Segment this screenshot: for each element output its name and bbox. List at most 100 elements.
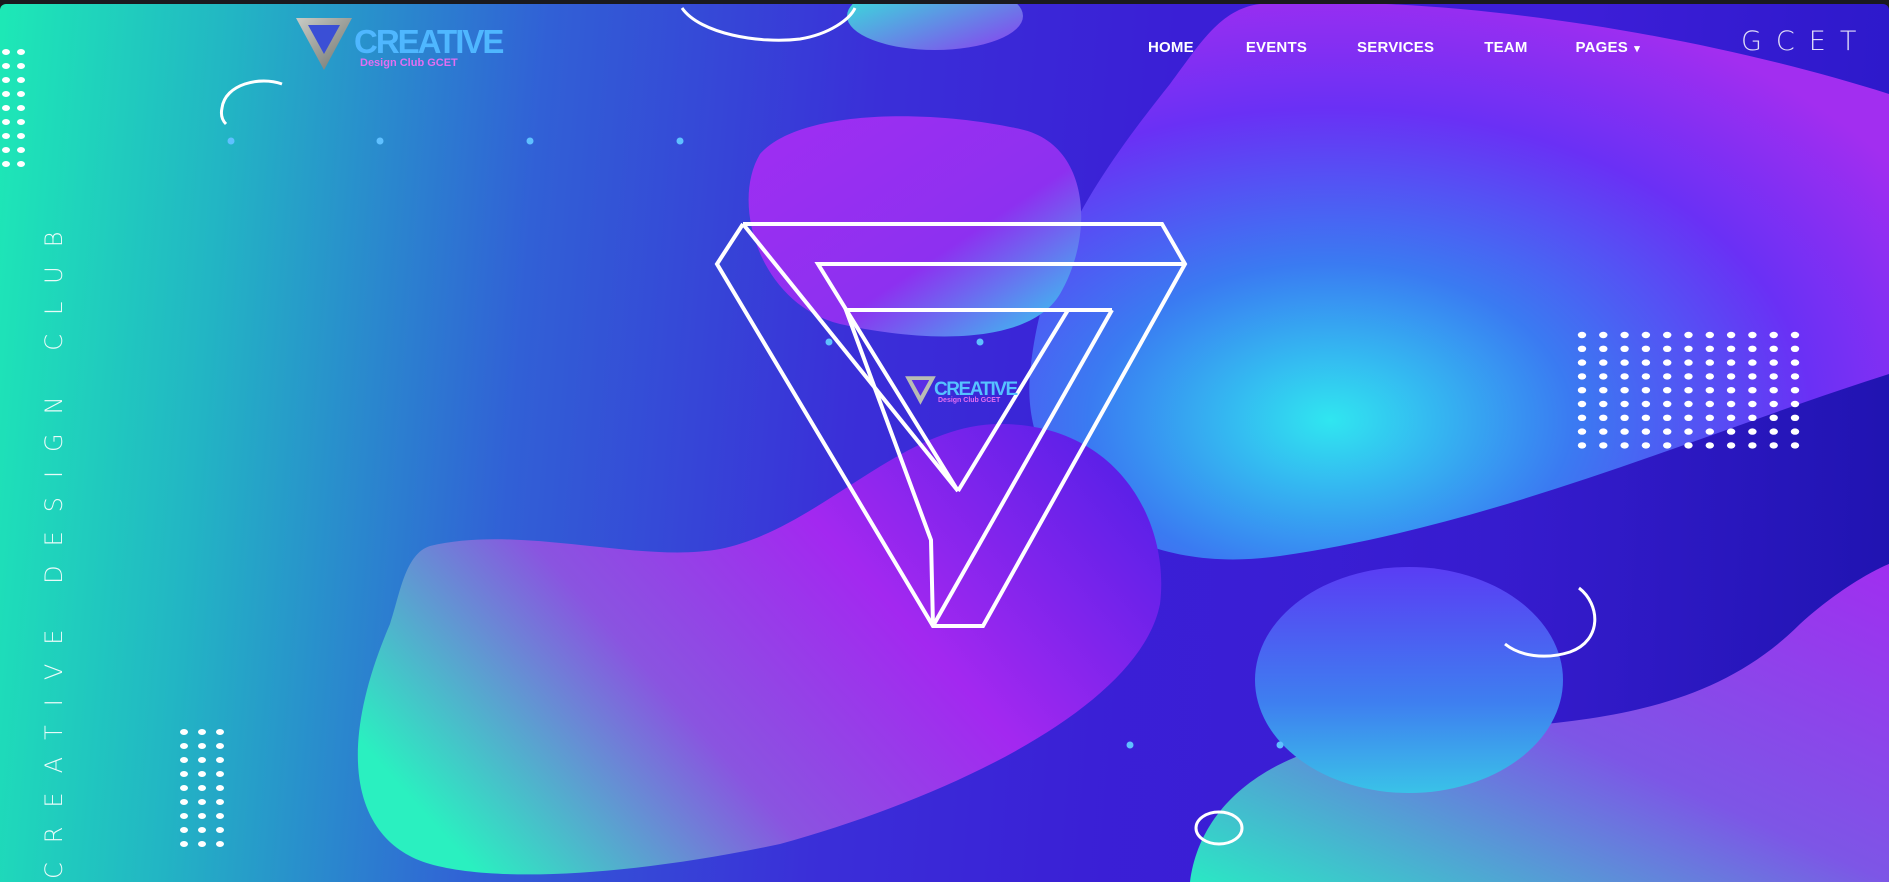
decor-dot: [1748, 373, 1757, 380]
decor-dot: [2, 77, 10, 83]
nav-pages-dropdown[interactable]: PAGES ▾: [1576, 39, 1641, 56]
decor-dot: [180, 841, 188, 847]
decor-dot: [1769, 400, 1778, 408]
decor-dot: [1641, 359, 1651, 366]
decor-dot: [1684, 331, 1693, 339]
decor-dot: [1663, 345, 1672, 352]
nav-home-link[interactable]: HOME: [1148, 39, 1194, 56]
decor-dot: [216, 813, 224, 819]
decor-dot: [198, 729, 206, 735]
decor-dot: [1769, 428, 1778, 435]
logo-triangle-icon: [296, 18, 352, 70]
decor-dot: [17, 133, 25, 139]
decor-dot: [1684, 373, 1693, 380]
decor-dot: [1748, 442, 1757, 449]
decor-dot: [180, 743, 188, 749]
decor-dot: [1663, 442, 1672, 449]
decor-dot: [1726, 400, 1736, 408]
decor-dot: [1790, 331, 1800, 339]
decor-dot: [198, 827, 206, 833]
decor-dot: [1599, 331, 1608, 339]
decor-dot: [1769, 345, 1778, 352]
decor-dot: [1641, 442, 1651, 449]
decor-dot: [2, 119, 10, 125]
decor-dot: [216, 785, 224, 791]
decor-dot: [1748, 331, 1757, 339]
decor-dot: [1577, 442, 1587, 449]
decor-dot: [1577, 345, 1587, 352]
decor-dot: [1748, 387, 1757, 394]
nav-services-link[interactable]: SERVICES: [1357, 39, 1434, 56]
decor-dot: [1599, 359, 1608, 366]
center-logo: CREATIVE Design Club GCET: [904, 372, 1018, 408]
decor-dot: [1663, 414, 1672, 421]
decor-dot: [2, 49, 10, 55]
decor-dot: [1620, 331, 1629, 339]
decor-dot: [1769, 331, 1778, 339]
decor-dot: [1705, 373, 1715, 380]
hero-background-art: [2, 4, 1889, 882]
decor-dot: [1577, 400, 1587, 408]
decor-dot: [180, 757, 188, 763]
decor-dot: [1663, 400, 1672, 408]
decor-dot: [1705, 400, 1715, 408]
decor-dot: [1790, 428, 1800, 435]
decor-dot: [1790, 442, 1800, 449]
decor-dot: [180, 813, 188, 819]
chevron-down-icon: ▾: [1634, 43, 1641, 55]
decor-dot: [1790, 345, 1800, 352]
decor-dot: [1641, 373, 1651, 380]
decor-dot: [216, 799, 224, 805]
decor-dot: [1684, 428, 1693, 435]
decor-dot: [2, 91, 10, 97]
decor-dot: [2, 161, 10, 167]
decor-dot: [180, 799, 188, 805]
nav-events-link[interactable]: EVENTS: [1246, 39, 1307, 56]
decor-dot: [1769, 359, 1778, 366]
decor-dot: [1748, 414, 1757, 421]
decor-dot: [1641, 345, 1651, 352]
decor-dot: [1790, 414, 1800, 421]
decor-dot: [198, 771, 206, 777]
decor-dot: [1726, 373, 1736, 380]
decor-dot: [1684, 414, 1693, 421]
logo-subtitle: Design Club GCET: [360, 57, 458, 69]
decor-dot: [17, 63, 25, 69]
decor-dot: [1641, 387, 1651, 394]
decor-dot: [1705, 442, 1715, 449]
decor-dot: [1577, 331, 1587, 339]
decor-dot: [1705, 359, 1715, 366]
decor-dot: [2, 133, 10, 139]
decor-dot: [1620, 345, 1629, 352]
main-nav: HOME EVENTS SERVICES TEAM PAGES ▾: [1148, 39, 1640, 56]
nav-team-link[interactable]: TEAM: [1484, 39, 1527, 56]
decor-dot: [1769, 442, 1778, 449]
decor-dot: [1748, 345, 1757, 352]
decor-dot: [1748, 400, 1757, 408]
decor-dot: [1599, 387, 1608, 394]
decor-dot: [1790, 387, 1800, 394]
decor-dot: [1620, 414, 1629, 421]
decor-dot: [216, 729, 224, 735]
decor-dot: [1769, 387, 1778, 394]
decor-dot: [1577, 428, 1587, 435]
brand-logo[interactable]: CREATIVE Design Club GCET: [294, 13, 504, 73]
decor-dot: [1684, 442, 1693, 449]
decor-dot: [1726, 387, 1736, 394]
decor-dot: [1620, 373, 1629, 380]
center-logo-triangle-icon: [905, 376, 936, 405]
decor-dot: [1620, 442, 1629, 449]
decor-dot: [198, 757, 206, 763]
decor-dot: [180, 827, 188, 833]
hero-section: CREATIVE Design Club GCET HOME EVENTS SE…: [0, 4, 1889, 882]
decor-dot: [1663, 428, 1672, 435]
decor-dot: [1769, 373, 1778, 380]
decor-dot: [1726, 414, 1736, 421]
decor-dot: [1726, 345, 1736, 352]
decor-dot: [1641, 400, 1651, 408]
decor-dot: [198, 841, 206, 847]
decor-dot: [1726, 442, 1736, 449]
brand-right-text: GCET: [1741, 26, 1871, 57]
decor-dot: [1599, 400, 1608, 408]
decor-dot: [1705, 428, 1715, 435]
